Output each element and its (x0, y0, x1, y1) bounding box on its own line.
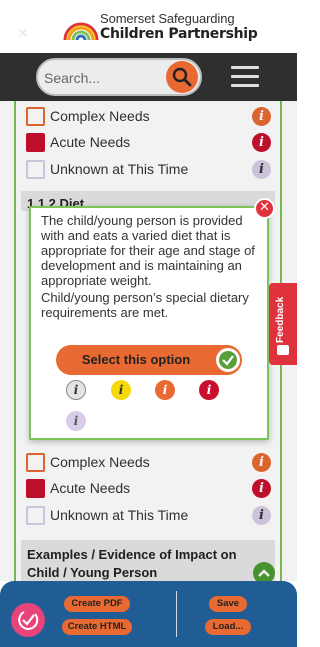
modal-requirement: Child/young person’s special dietary req… (41, 290, 249, 320)
close-modal-button[interactable]: ✕ (254, 198, 275, 219)
save-button[interactable]: Save (209, 596, 247, 612)
site-logo[interactable]: Somerset Safeguarding Children Partnersh… (62, 9, 258, 45)
logo-line-1: Somerset Safeguarding (100, 11, 235, 26)
search-input[interactable] (44, 68, 162, 88)
site-header: ✕ Somerset Safeguarding Children Partner… (0, 0, 297, 53)
feedback-chat-icon (277, 345, 289, 355)
search-button[interactable] (166, 61, 198, 93)
feedback-label: Feedback (275, 296, 286, 343)
info-yellow-icon[interactable]: i (111, 380, 131, 400)
check-icon-fill (219, 351, 237, 369)
toolbar-divider (176, 591, 177, 637)
search-box (36, 58, 202, 96)
search-icon (172, 67, 192, 87)
menu-button[interactable] (231, 66, 259, 88)
checklist-clock-icon (18, 611, 39, 630)
select-option-label: Select this option (81, 352, 191, 367)
info-orange-icon[interactable]: i (155, 380, 175, 400)
checkmark-icon (222, 355, 234, 366)
select-option-button[interactable]: Select this option (56, 345, 242, 375)
close-icon: ✕ (259, 200, 270, 215)
create-html-button[interactable]: Create HTML (62, 619, 132, 635)
progress-badge[interactable] (11, 603, 45, 637)
load-button[interactable]: Load... (205, 619, 251, 635)
hamburger-line (231, 66, 259, 69)
option-detail-modal: The child/young person is provided with … (29, 206, 269, 440)
hamburger-line (231, 75, 259, 78)
faint-close-icon: ✕ (17, 25, 29, 41)
create-pdf-button[interactable]: Create PDF (64, 596, 130, 612)
bottom-toolbar: Create PDF Create HTML Save Load... (0, 581, 297, 647)
nav-bar (0, 53, 297, 101)
modal-description: The child/young person is provided with … (41, 213, 255, 288)
hamburger-line (231, 84, 259, 87)
info-red-icon[interactable]: i (199, 380, 219, 400)
feedback-tab[interactable]: Feedback (269, 283, 297, 365)
logo-line-2: Children Partnership (100, 26, 258, 42)
check-icon (216, 348, 240, 372)
info-lilac-icon[interactable]: i (66, 411, 86, 431)
rainbow-logo-icon (63, 22, 99, 41)
info-grey-icon[interactable]: i (66, 380, 86, 400)
